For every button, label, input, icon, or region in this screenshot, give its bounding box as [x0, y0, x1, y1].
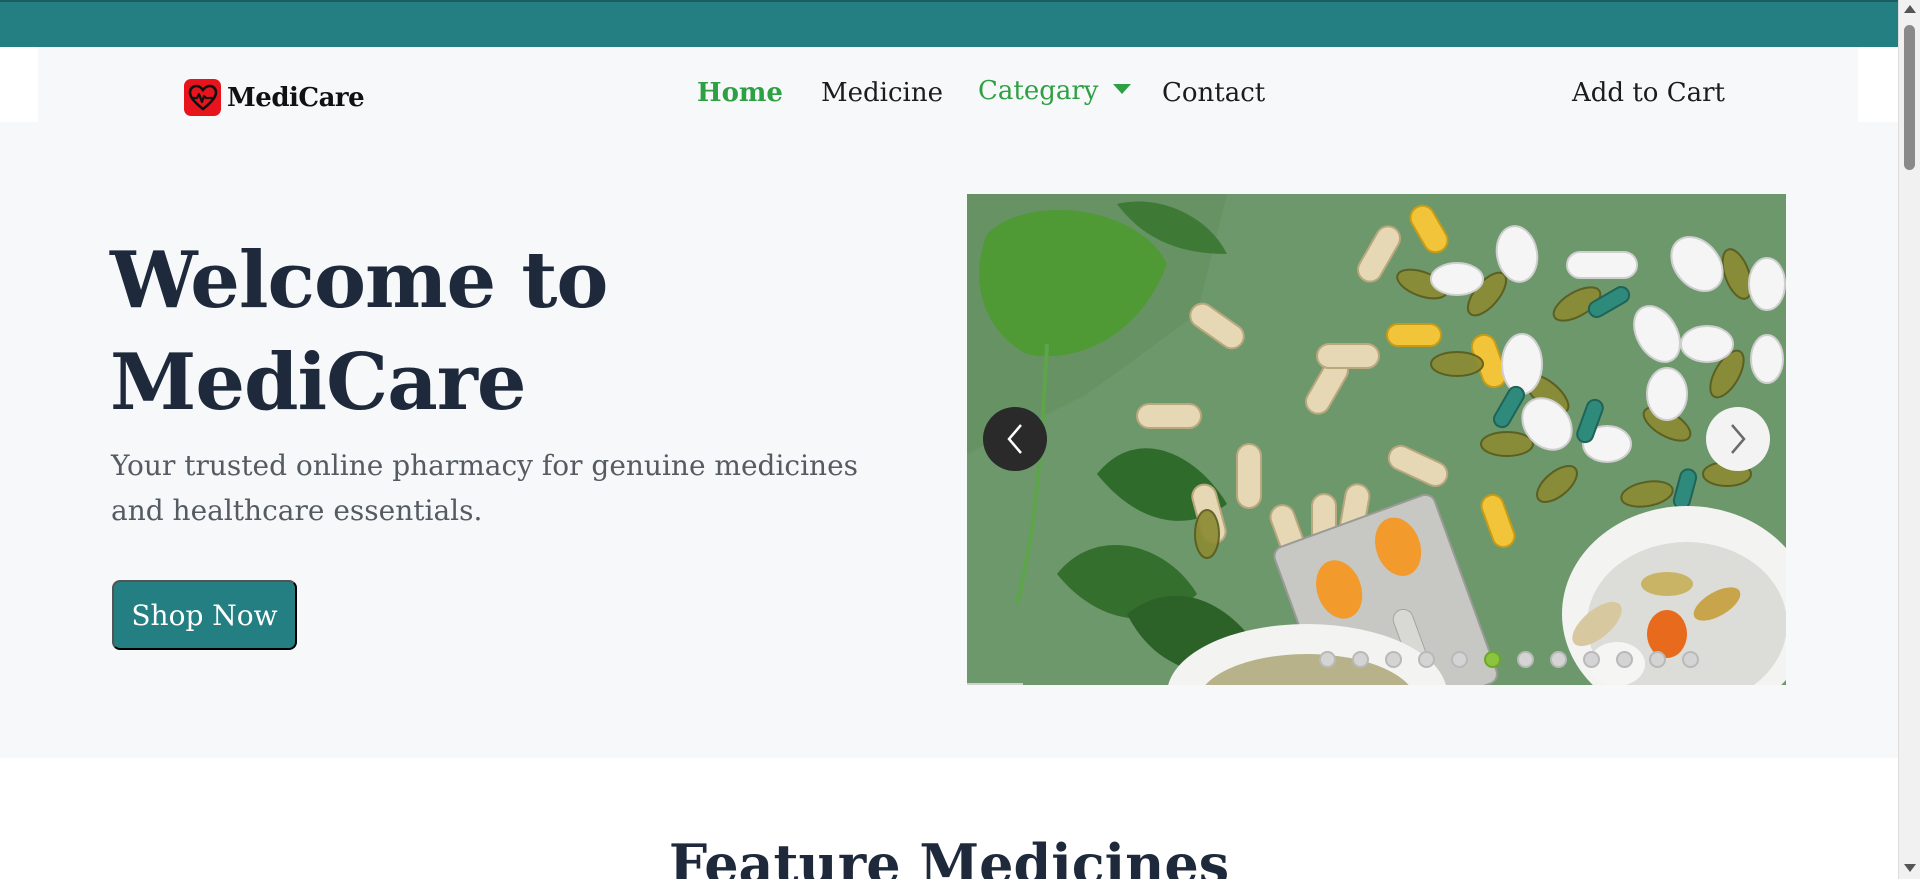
- carousel-dot[interactable]: [1352, 651, 1369, 668]
- navbar-gutter-right: [1858, 47, 1898, 122]
- heart-pulse-icon: [184, 79, 221, 116]
- caret-down-icon: [1112, 84, 1131, 94]
- carousel-dot[interactable]: [1583, 651, 1600, 668]
- carousel-dot[interactable]: [1451, 651, 1468, 668]
- top-bar: [0, 0, 1898, 47]
- nav-home[interactable]: Home: [697, 78, 783, 108]
- scroll-thumb[interactable]: [1904, 25, 1915, 170]
- chevron-right-icon: [1731, 424, 1746, 454]
- carousel-dot[interactable]: [1550, 651, 1567, 668]
- carousel-dot[interactable]: [1649, 651, 1666, 668]
- nav-category-dropdown[interactable]: Categary: [978, 76, 1131, 106]
- hero-title-line2: MediCare: [110, 337, 526, 428]
- carousel-slide-image: [967, 194, 1786, 685]
- scroll-down-arrow-icon[interactable]: [1904, 864, 1916, 872]
- nav-contact[interactable]: Contact: [1162, 78, 1265, 108]
- hero-title: Welcome to MediCare: [110, 230, 870, 434]
- carousel-dot[interactable]: [1682, 651, 1699, 668]
- brand-name: MediCare: [227, 82, 365, 113]
- features-heading: Feature Medicines: [668, 832, 1230, 879]
- add-to-cart-link[interactable]: Add to Cart: [1572, 78, 1725, 108]
- carousel-dot[interactable]: [1616, 651, 1633, 668]
- hero-subtitle: Your trusted online pharmacy for genuine…: [111, 449, 859, 527]
- page-scrollbar[interactable]: [1898, 0, 1920, 879]
- hero-title-line1: Welcome to: [110, 235, 608, 326]
- carousel-dot[interactable]: [1385, 651, 1402, 668]
- carousel-prev-button[interactable]: [983, 407, 1047, 471]
- scroll-up-arrow-icon[interactable]: [1904, 5, 1916, 13]
- carousel-next-button[interactable]: [1706, 407, 1770, 471]
- chevron-left-icon: [1007, 424, 1022, 454]
- carousel-dot[interactable]: [1319, 651, 1336, 668]
- nav-category-label: Categary: [978, 76, 1099, 106]
- carousel-dot[interactable]: [1418, 651, 1435, 668]
- carousel-pagination: [1319, 651, 1699, 668]
- carousel-progress-bar: [967, 683, 1023, 685]
- nav-medicine[interactable]: Medicine: [821, 78, 943, 108]
- carousel-dot[interactable]: [1517, 651, 1534, 668]
- brand-link[interactable]: MediCare: [184, 79, 365, 116]
- carousel-dot[interactable]: [1484, 651, 1501, 668]
- shop-now-button[interactable]: Shop Now: [112, 580, 297, 650]
- navbar-gutter-left: [0, 47, 38, 122]
- hero-carousel[interactable]: [967, 194, 1786, 685]
